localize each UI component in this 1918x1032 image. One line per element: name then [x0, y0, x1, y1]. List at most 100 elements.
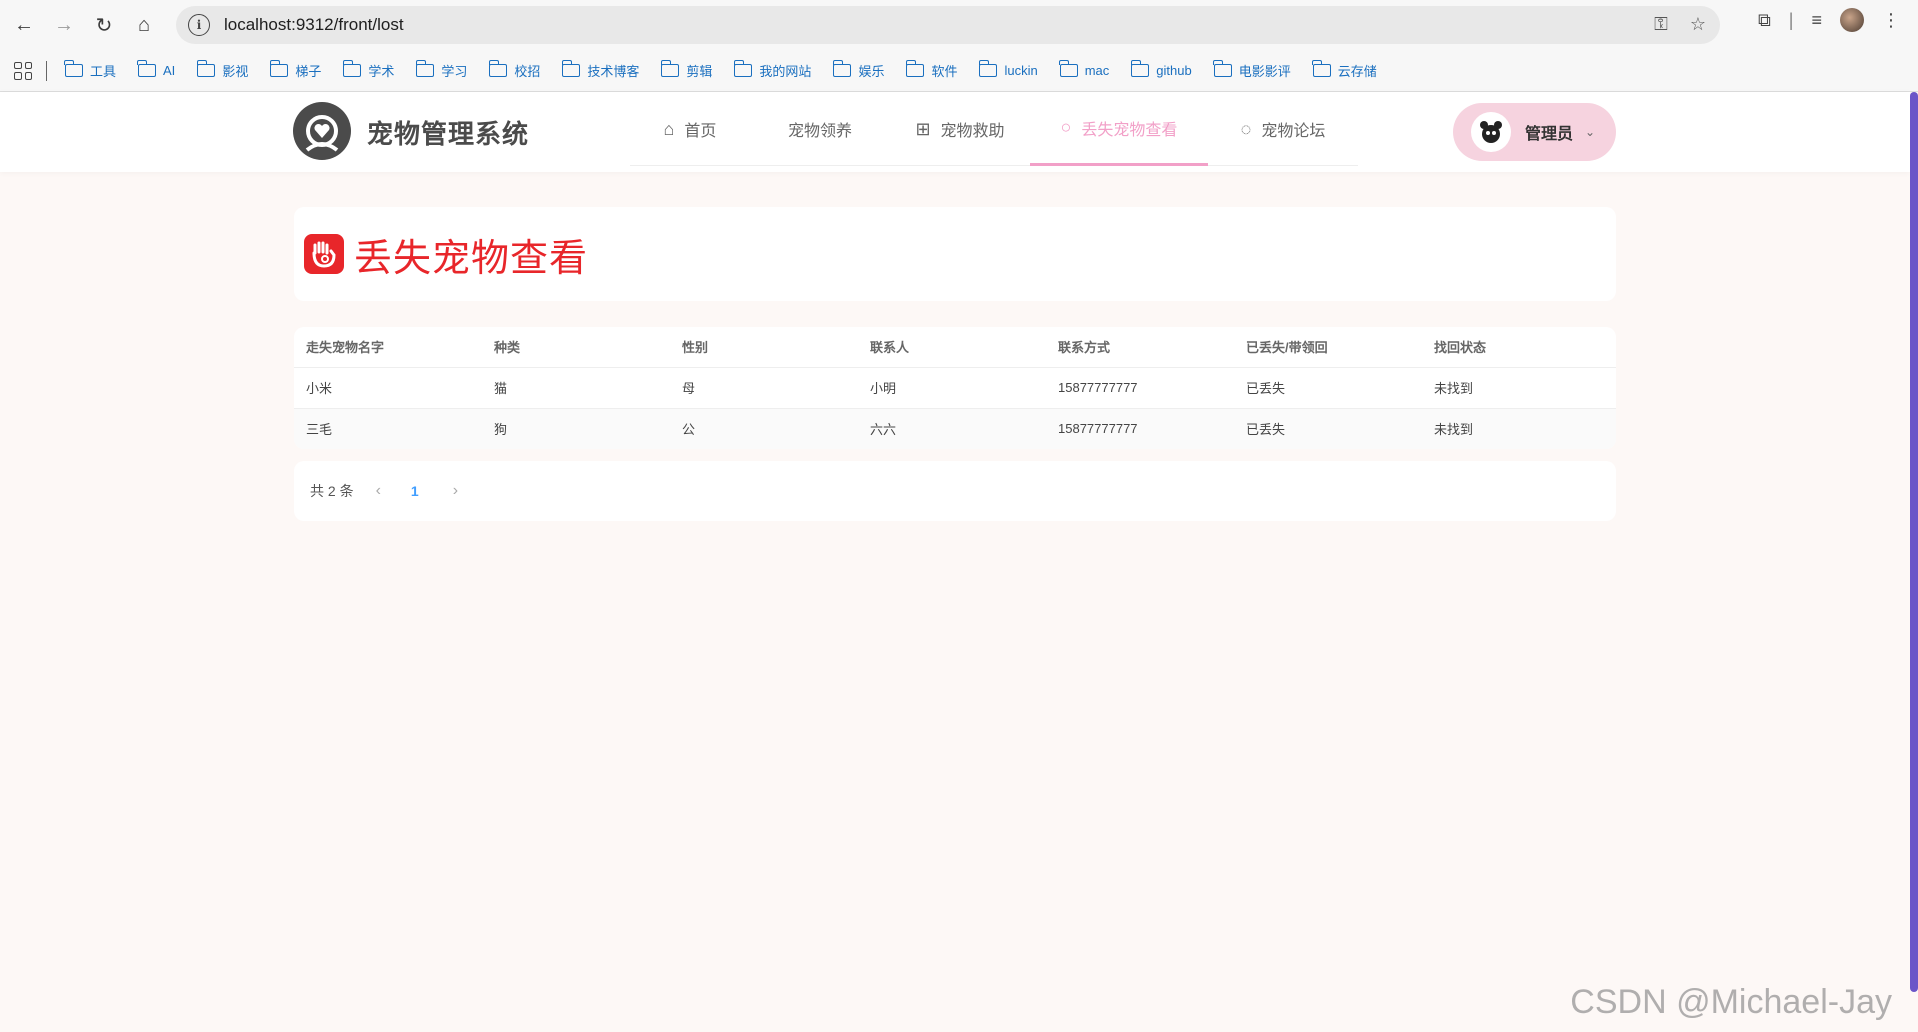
- separator: |: [1788, 9, 1794, 30]
- browser-toolbar: ← → ↻ ⌂ i localhost:9312/front/lost ⚿ ☆ …: [0, 0, 1918, 50]
- user-name: 管理员: [1525, 126, 1574, 143]
- home-icon[interactable]: ⌂: [124, 5, 164, 45]
- next-page-icon[interactable]: ›: [453, 482, 458, 500]
- folder-icon: [488, 60, 508, 77]
- app-title[interactable]: 宠物管理系统: [367, 114, 529, 151]
- media-icon[interactable]: ≡: [1811, 10, 1822, 31]
- bookmarks-separator: [46, 60, 47, 81]
- folder-icon: [905, 60, 925, 77]
- table-cell: 已丢失: [1234, 367, 1422, 409]
- folder-icon: [1130, 60, 1150, 77]
- nav-lost-pets[interactable]: ○ 丢失宠物查看: [1030, 92, 1208, 166]
- bookmark-label: 软件: [931, 64, 958, 79]
- medical-box-icon: ⊞: [915, 118, 931, 139]
- table-cell: 母: [670, 367, 858, 409]
- page-scrollbar[interactable]: [1910, 92, 1918, 992]
- bookmark-label: 云存储: [1337, 64, 1377, 79]
- bookmark-label: 校招: [514, 64, 541, 79]
- bookmark-folder[interactable]: 工具: [64, 60, 117, 80]
- prev-page-icon[interactable]: ‹: [376, 482, 381, 500]
- nav-label: 丢失宠物查看: [1081, 121, 1178, 139]
- bookmark-label: 技术博客: [587, 64, 640, 79]
- table-row[interactable]: 三毛 狗 公 六六 15877777777 已丢失 未找到: [294, 408, 1616, 449]
- pagination-total: 共 2 条: [310, 483, 354, 499]
- table-cell: 15877777777: [1046, 367, 1234, 409]
- menu-icon[interactable]: ⋮: [1882, 10, 1900, 31]
- bookmark-label: 娱乐: [858, 64, 885, 79]
- bookmark-folder[interactable]: AI: [137, 60, 175, 78]
- bookmark-star-icon[interactable]: ☆: [1690, 14, 1706, 35]
- bookmark-folder[interactable]: luckin: [978, 60, 1038, 78]
- nav-label: 首页: [684, 123, 717, 140]
- extensions-icon[interactable]: ⧉: [1758, 10, 1771, 31]
- bookmark-label: 我的网站: [759, 64, 812, 79]
- folder-icon: [660, 60, 680, 77]
- bookmark-folder[interactable]: 电影影评: [1213, 60, 1291, 80]
- column-header: 已丢失/带领回: [1234, 327, 1422, 368]
- table-cell: 六六: [858, 408, 1046, 449]
- table-header-row: 走失宠物名字 种类 性别 联系人 联系方式 已丢失/带领回 找回状态: [294, 327, 1616, 368]
- folder-icon: [1059, 60, 1078, 77]
- nav-adoption[interactable]: 宠物领养: [750, 92, 890, 166]
- nav-label: 宠物论坛: [1261, 123, 1326, 140]
- nav-forum[interactable]: ◌ 宠物论坛: [1208, 92, 1358, 166]
- folder-icon: [196, 60, 216, 77]
- bookmark-label: 学术: [368, 64, 395, 79]
- folder-icon: [978, 60, 998, 77]
- column-header: 性别: [670, 327, 858, 368]
- bookmark-label: github: [1156, 63, 1192, 78]
- bookmark-folder[interactable]: 学术: [342, 60, 395, 80]
- folder-icon: [269, 60, 289, 77]
- nav-label: 宠物救助: [940, 123, 1005, 140]
- bookmark-label: 工具: [90, 64, 117, 79]
- table-cell: 未找到: [1422, 367, 1616, 409]
- bookmark-folder[interactable]: 云存储: [1312, 60, 1377, 80]
- bookmark-folder[interactable]: 校招: [488, 60, 541, 80]
- table-cell: 狗: [482, 408, 670, 449]
- table-cell: 猫: [482, 367, 670, 409]
- nav-home[interactable]: ⌂ 首页: [630, 92, 750, 166]
- bookmark-folder[interactable]: 影视: [196, 60, 249, 80]
- bookmark-folder[interactable]: 软件: [905, 60, 958, 80]
- table-row[interactable]: 小米 猫 母 小明 15877777777 已丢失 未找到: [294, 367, 1616, 409]
- bookmark-label: 影视: [222, 64, 249, 79]
- bookmark-folder[interactable]: 梯子: [269, 60, 321, 80]
- page-number-current[interactable]: 1: [411, 483, 419, 499]
- key-icon[interactable]: ⚿: [1654, 14, 1668, 35]
- home-icon: ⌂: [663, 118, 675, 139]
- bookmark-label: 学习: [441, 64, 468, 79]
- column-header: 联系人: [858, 327, 1046, 368]
- bookmark-folder[interactable]: 娱乐: [832, 60, 885, 80]
- bookmark-folder[interactable]: mac: [1059, 60, 1109, 78]
- bookmark-folder[interactable]: github: [1130, 60, 1192, 78]
- page-title: 丢失宠物查看: [354, 237, 589, 280]
- bookmark-folder[interactable]: 技术博客: [561, 60, 640, 80]
- bookmark-label: 剪辑: [686, 64, 713, 79]
- column-header: 联系方式: [1046, 327, 1234, 368]
- folder-icon: [1213, 60, 1232, 77]
- bookmark-folder[interactable]: 剪辑: [660, 60, 713, 80]
- reload-icon[interactable]: ↻: [84, 5, 124, 45]
- site-info-icon[interactable]: i: [188, 14, 210, 36]
- table-cell: 三毛: [294, 408, 482, 449]
- user-menu[interactable]: 管理员 ⌄: [1453, 103, 1616, 161]
- column-header: 找回状态: [1422, 327, 1616, 368]
- address-bar[interactable]: i localhost:9312/front/lost ⚿ ☆: [176, 6, 1720, 44]
- bookmark-folder[interactable]: 学习: [415, 60, 468, 80]
- chevron-down-icon: ⌄: [1585, 125, 1596, 139]
- pagination: 共 2 条 ‹ 1 ›: [294, 461, 1616, 521]
- table-cell: 15877777777: [1046, 408, 1234, 449]
- logo-icon[interactable]: [293, 102, 351, 160]
- forward-icon[interactable]: →: [44, 5, 84, 45]
- bookmark-label: luckin: [1004, 63, 1038, 78]
- table-cell: 小明: [858, 367, 1046, 409]
- profile-avatar[interactable]: [1840, 8, 1864, 32]
- back-icon[interactable]: ←: [4, 5, 44, 45]
- table-cell: 已丢失: [1234, 408, 1422, 449]
- hand-icon: [304, 234, 344, 274]
- table-cell: 公: [670, 408, 858, 449]
- folder-icon: [137, 60, 157, 77]
- nav-rescue[interactable]: ⊞ 宠物救助: [890, 92, 1030, 166]
- bookmark-folder[interactable]: 我的网站: [733, 60, 812, 80]
- apps-grid-icon[interactable]: [14, 61, 32, 80]
